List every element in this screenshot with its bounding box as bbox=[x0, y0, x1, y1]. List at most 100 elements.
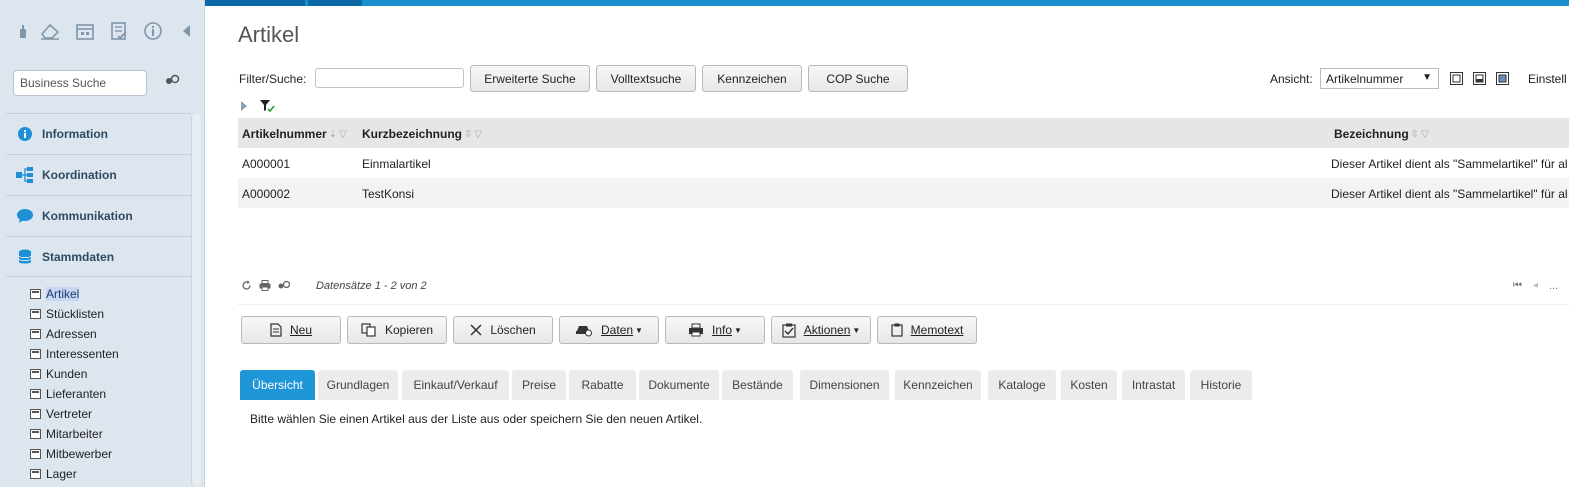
sidebar-item-kommunikation[interactable]: Kommunikation bbox=[6, 195, 191, 236]
search-options-icon[interactable] bbox=[164, 74, 180, 88]
sidebar-scrollbar[interactable] bbox=[191, 113, 201, 487]
view-label: Ansicht: bbox=[1270, 72, 1313, 86]
tab-preise[interactable]: Preise bbox=[512, 370, 566, 400]
view-single-icon[interactable] bbox=[1450, 72, 1463, 85]
extended-search-button[interactable]: Erweiterte Suche bbox=[470, 65, 590, 92]
view-select[interactable]: Artikelnummer ▼ bbox=[1320, 68, 1439, 89]
delete-button[interactable]: Löschen bbox=[453, 316, 553, 344]
close-icon bbox=[470, 324, 482, 336]
refresh-icon[interactable] bbox=[241, 280, 252, 294]
subnav-item-adressen[interactable]: Adressen bbox=[30, 324, 119, 344]
checklist-icon[interactable] bbox=[108, 18, 130, 44]
subnav-item-mitbewerber[interactable]: Mitbewerber bbox=[30, 444, 119, 464]
tab-grundlagen[interactable]: Grundlagen bbox=[318, 370, 398, 400]
kennzeichen-button[interactable]: Kennzeichen bbox=[702, 65, 802, 92]
window-icon bbox=[30, 469, 41, 479]
sort-icon[interactable]: ⇳ bbox=[1411, 129, 1419, 140]
tab-historie[interactable]: Historie bbox=[1190, 370, 1252, 400]
sort-icon[interactable]: ⇳ bbox=[464, 129, 472, 140]
cell-kurzbezeichnung: TestKonsi bbox=[362, 187, 415, 201]
subnav-item-artikel[interactable]: Artikel bbox=[30, 284, 119, 304]
new-button[interactable]: Neu bbox=[241, 316, 341, 344]
prev-page-icon[interactable]: ◂ bbox=[1533, 280, 1538, 291]
cell-kurzbezeichnung: Einmalartikel bbox=[362, 157, 431, 171]
page-title: Artikel bbox=[238, 22, 300, 47]
copy-button[interactable]: Kopieren bbox=[347, 316, 447, 344]
fulltext-search-button[interactable]: Volltextsuche bbox=[596, 65, 696, 92]
printer-icon bbox=[688, 323, 704, 337]
tab-kataloge[interactable]: Kataloge bbox=[988, 370, 1056, 400]
car-icon bbox=[575, 323, 593, 337]
column-filter-icon[interactable]: ▽ bbox=[474, 129, 482, 140]
table-row[interactable]: A000002 TestKonsi Dieser Artikel dient a… bbox=[238, 178, 1569, 208]
first-page-icon[interactable]: ⏮ bbox=[1513, 280, 1522, 291]
tab-einkauf-verkauf[interactable]: Einkauf/Verkauf bbox=[402, 370, 509, 400]
tab-bestaende[interactable]: Bestände bbox=[722, 370, 793, 400]
column-filter-icon[interactable]: ▽ bbox=[1421, 129, 1429, 140]
tab-kosten[interactable]: Kosten bbox=[1061, 370, 1117, 400]
subnav-item-interessenten[interactable]: Interessenten bbox=[30, 344, 119, 364]
subnav-item-lager[interactable]: Lager bbox=[30, 464, 119, 484]
clipboard-icon bbox=[891, 323, 903, 337]
filter-label: Filter/Suche: bbox=[239, 72, 307, 86]
cell-artikelnummer: A000002 bbox=[242, 187, 291, 201]
window-icon bbox=[30, 289, 41, 299]
dropdown-arrow-icon: ▼ bbox=[852, 325, 861, 335]
sidebar: Information Koordination Kommunikation S… bbox=[0, 0, 205, 487]
column-header-bezeichnung[interactable]: Bezeichnung ⇳ ▽ bbox=[1334, 127, 1429, 141]
view-full-icon[interactable] bbox=[1496, 72, 1509, 85]
view-select-value: Artikelnummer bbox=[1326, 71, 1404, 86]
column-filter-icon[interactable]: ▽ bbox=[339, 129, 347, 140]
memotext-button[interactable]: Memotext bbox=[877, 316, 977, 344]
tab-rabatte[interactable]: Rabatte bbox=[569, 370, 636, 400]
sort-icon[interactable]: ⇣ bbox=[329, 129, 337, 140]
column-header-artikelnummer[interactable]: Artikelnummer ⇣ ▽ bbox=[242, 127, 347, 141]
cell-artikelnummer: A000001 bbox=[242, 157, 291, 171]
subnav-item-stuecklisten[interactable]: Stücklisten bbox=[30, 304, 119, 324]
cop-search-button[interactable]: COP Suche bbox=[808, 65, 908, 92]
tab-intrastat[interactable]: Intrastat bbox=[1122, 370, 1185, 400]
expand-arrow-icon[interactable] bbox=[241, 101, 247, 111]
window-icon bbox=[30, 369, 41, 379]
window-icon bbox=[30, 349, 41, 359]
subnav-item-vertreter[interactable]: Vertreter bbox=[30, 404, 119, 424]
table-header: Artikelnummer ⇣ ▽ Kurzbezeichnung ⇳ ▽ Be… bbox=[238, 118, 1569, 148]
actions-menu-button[interactable]: Aktionen ▼ bbox=[771, 316, 871, 344]
subnav-item-lieferanten[interactable]: Lieferanten bbox=[30, 384, 119, 404]
filter-search-input[interactable] bbox=[315, 68, 464, 88]
sidebar-item-stammdaten[interactable]: Stammdaten bbox=[6, 236, 191, 277]
column-header-kurzbezeichnung[interactable]: Kurzbezeichnung ⇳ ▽ bbox=[362, 127, 482, 141]
tab-dokumente[interactable]: Dokumente bbox=[639, 370, 719, 400]
info-icon[interactable] bbox=[142, 18, 164, 44]
info-menu-button[interactable]: Info ▼ bbox=[665, 316, 765, 344]
sidebar-item-label: Koordination bbox=[42, 168, 117, 182]
tab-kennzeichen[interactable]: Kennzeichen bbox=[895, 370, 981, 400]
sidebar-item-information[interactable]: Information bbox=[6, 113, 191, 154]
top-accent-bar bbox=[0, 0, 1569, 6]
calendar-icon[interactable] bbox=[74, 18, 96, 44]
tab-dimensionen[interactable]: Dimensionen bbox=[800, 370, 889, 400]
document-icon bbox=[270, 323, 282, 337]
data-menu-button[interactable]: Daten ▼ bbox=[559, 316, 659, 344]
sidebar-item-label: Kommunikation bbox=[42, 209, 133, 223]
options-icon[interactable] bbox=[277, 280, 291, 294]
filter-funnel-icon[interactable] bbox=[259, 99, 275, 116]
sidebar-item-koordination[interactable]: Koordination bbox=[6, 154, 191, 195]
tab-message: Bitte wählen Sie einen Artikel aus der L… bbox=[250, 412, 703, 426]
print-icon[interactable] bbox=[259, 280, 271, 294]
table-row[interactable]: A000001 Einmalartikel Dieser Artikel die… bbox=[238, 148, 1569, 178]
top-accent-segment bbox=[308, 0, 362, 6]
cell-bezeichnung: Dieser Artikel dient als "Sammelartikel"… bbox=[1331, 157, 1568, 171]
eraser-icon[interactable] bbox=[38, 18, 62, 44]
bottle-icon[interactable] bbox=[14, 18, 32, 44]
business-search-input[interactable] bbox=[13, 70, 147, 96]
subnav-item-mitarbeiter[interactable]: Mitarbeiter bbox=[30, 424, 119, 444]
collapse-sidebar-icon[interactable] bbox=[180, 18, 194, 44]
view-split-icon[interactable] bbox=[1473, 72, 1486, 85]
settings-label[interactable]: Einstell bbox=[1528, 72, 1567, 86]
subnav-item-kunden[interactable]: Kunden bbox=[30, 364, 119, 384]
window-icon bbox=[30, 329, 41, 339]
window-icon bbox=[30, 429, 41, 439]
tab-uebersicht[interactable]: Übersicht bbox=[240, 370, 315, 400]
pager-ellipsis: ... bbox=[1549, 280, 1559, 292]
